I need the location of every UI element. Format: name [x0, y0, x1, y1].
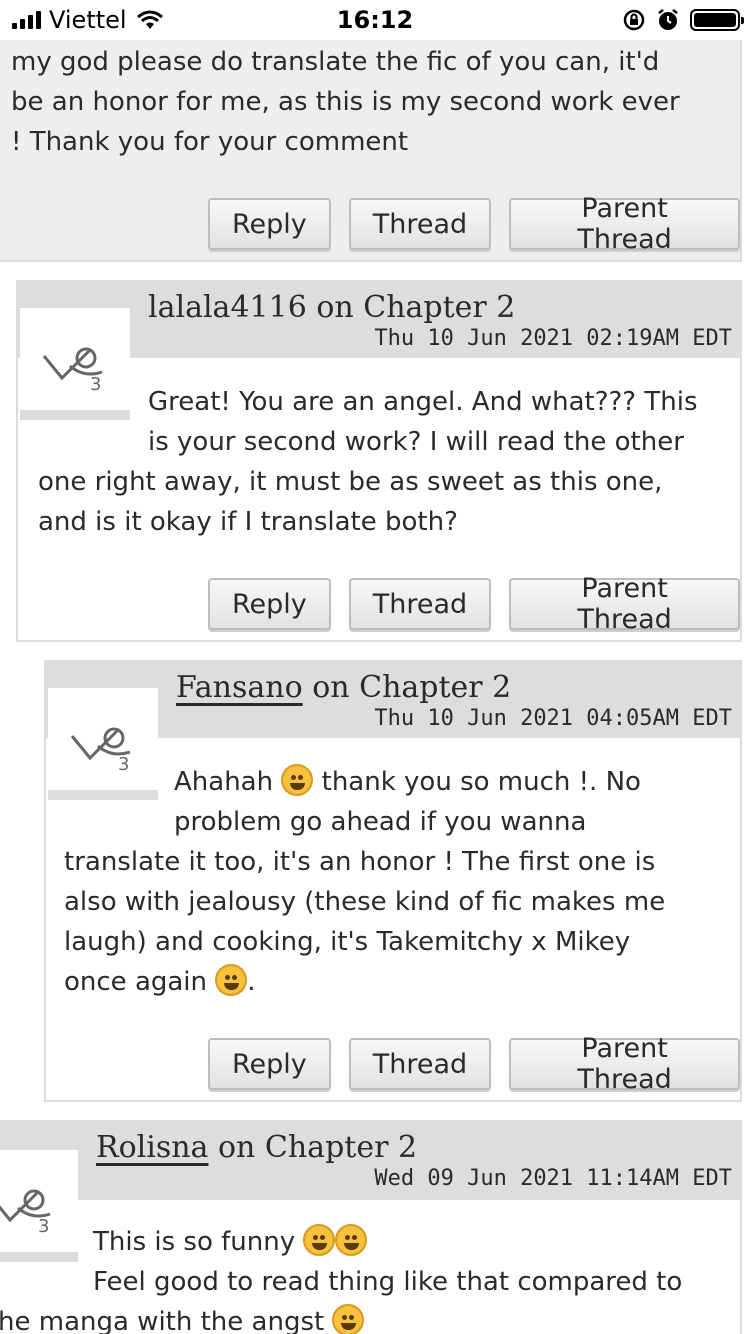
text-line: ! Thank you for your comment: [11, 127, 409, 157]
text-line: problem go ahead if you wanna: [174, 807, 587, 837]
author-link[interactable]: Rolisna: [96, 1130, 208, 1165]
thread-button[interactable]: Thread: [348, 1038, 492, 1090]
text-line: be an honor for me, as this is my second…: [11, 87, 680, 117]
text-line: laugh) and cooking, it's Takemitchy x Mi…: [64, 927, 631, 957]
thread-button[interactable]: Thread: [348, 198, 492, 250]
text-line: Ahahah thank you so much !. No: [64, 762, 740, 802]
text-line: one right away, it must be as sweet as t…: [38, 467, 663, 497]
text-span: Ahahah: [174, 767, 274, 797]
status-icons: [622, 8, 744, 32]
comment-date: Thu 10 Jun 2021 02:19AM EDT: [374, 326, 732, 351]
parent-thread-button[interactable]: Parent Thread: [509, 573, 740, 635]
comment-lalala4116: lalala4116 on Chapter 2 Thu 10 Jun 2021 …: [16, 280, 742, 642]
chapter-label: on Chapter 2: [302, 670, 512, 705]
text-line: translate it too, it's an honor ! The fi…: [64, 847, 656, 877]
chapter-label: on Chapter 2: [306, 290, 516, 325]
comment-actions: Reply Thread Parent Thread: [208, 193, 740, 255]
text-span: thank you so much !. No: [321, 767, 641, 797]
reply-button[interactable]: Reply: [208, 198, 331, 250]
comment-actions: Reply Thread Parent Thread: [208, 573, 740, 635]
reply-button[interactable]: Reply: [208, 578, 331, 630]
parent-thread-button[interactable]: Parent Thread: [509, 193, 740, 255]
grinning-emoji-icon: [215, 964, 248, 996]
comment-text: Great! You are an angel. And what??? Thi…: [38, 382, 738, 542]
text-line: he manga with the angst: [0, 1302, 740, 1334]
author-link[interactable]: Fansano: [176, 670, 303, 705]
text-line: Feel good to read thing like that compar…: [93, 1267, 683, 1297]
laughing-emoji-icon: [303, 1224, 336, 1256]
text-line: once again .: [64, 962, 740, 1002]
comment-date: Thu 10 Jun 2021 04:05AM EDT: [374, 706, 732, 731]
laughing-emoji-icon: [281, 764, 314, 796]
text-line: and is it okay if I translate both?: [38, 507, 458, 537]
comment-text: my god please do translate the fic of yo…: [11, 42, 741, 162]
text-line: my god please do translate the fic of yo…: [11, 47, 660, 77]
text-line: Great! You are an angel. And what??? Thi…: [148, 387, 698, 417]
comment-actions: Reply Thread Parent Thread: [208, 1033, 740, 1095]
reply-button[interactable]: Reply: [208, 1038, 331, 1090]
chapter-label: on Chapter 2: [208, 1130, 418, 1165]
text-span: once again: [64, 967, 208, 997]
laughing-emoji-icon: [335, 1224, 368, 1256]
author-name: lalala4116: [148, 290, 307, 325]
comment-byline: Fansano on Chapter 2: [176, 670, 511, 705]
battery-icon: [690, 9, 744, 31]
pleading-emoji-icon: [332, 1304, 365, 1334]
text-span: .: [247, 967, 256, 997]
parent-thread-button[interactable]: Parent Thread: [509, 1033, 740, 1095]
comment-byline: Rolisna on Chapter 2: [96, 1130, 417, 1165]
text-line: also with jealousy (these kind of fic ma…: [64, 887, 666, 917]
comment-header: Rolisna on Chapter 2 Wed 09 Jun 2021 11:…: [0, 1122, 740, 1200]
comment-date: Wed 09 Jun 2021 11:14AM EDT: [374, 1166, 732, 1191]
comment-fansano: Fansano on Chapter 2 Thu 10 Jun 2021 04:…: [44, 660, 742, 1102]
comment-top-partial: my god please do translate the fic of yo…: [0, 30, 742, 262]
status-bar: Viettel 16:12: [0, 0, 750, 40]
text-span: This is so funny: [93, 1227, 296, 1257]
thread-button[interactable]: Thread: [348, 578, 492, 630]
comment-rolisna: Rolisna on Chapter 2 Wed 09 Jun 2021 11:…: [0, 1120, 742, 1334]
rotation-lock-icon: [623, 9, 645, 31]
comment-text: This is so funny Feel good to read thing…: [0, 1222, 740, 1334]
comment-text: Ahahah thank you so much !. No problem g…: [64, 762, 740, 1002]
text-line: is your second work? I will read the oth…: [148, 427, 684, 457]
text-line: This is so funny: [0, 1222, 740, 1262]
alarm-icon: [658, 9, 678, 30]
text-span: he manga with the angst: [0, 1307, 325, 1334]
comment-byline: lalala4116 on Chapter 2: [148, 290, 515, 325]
